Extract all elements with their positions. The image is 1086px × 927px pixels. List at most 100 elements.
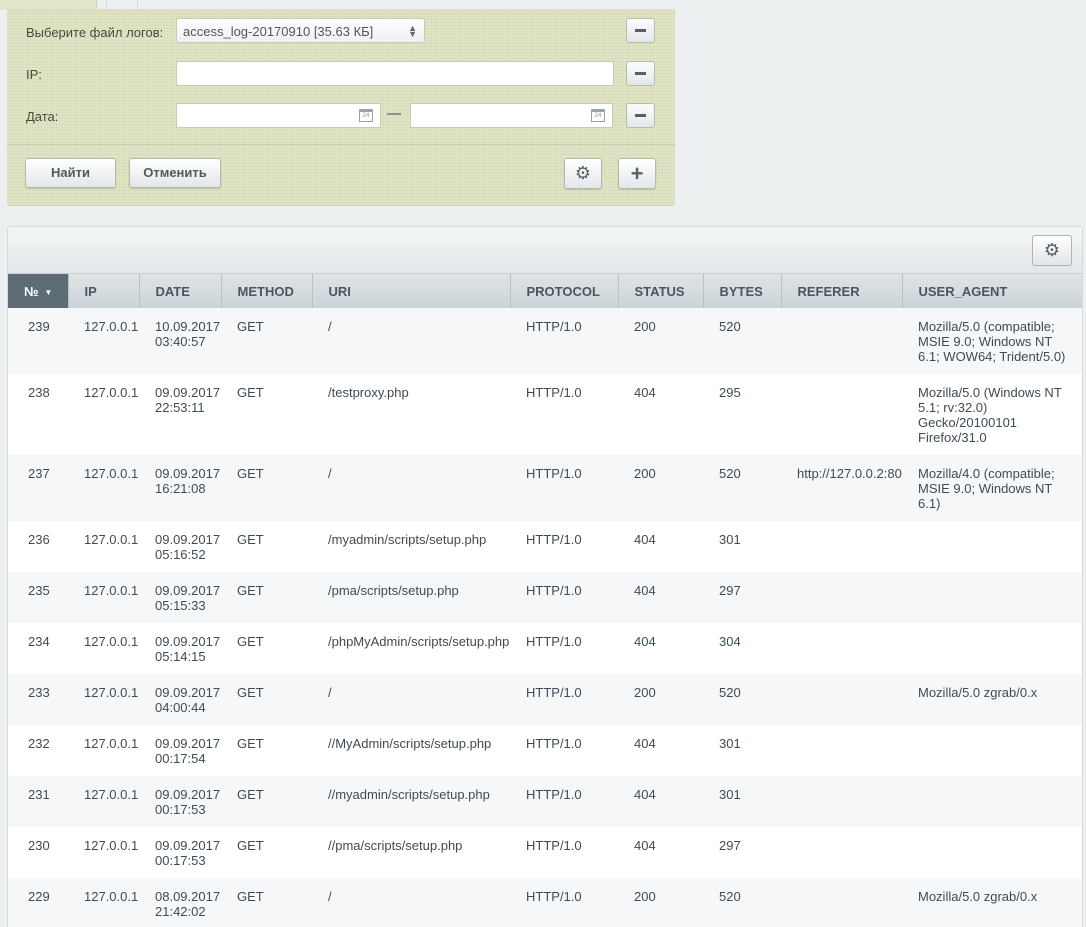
- table-row[interactable]: 238 127.0.0.1 09.09.2017 22:53:11 GET/testpr…: [8, 374, 1082, 455]
- cell-date: 09.09.2017 05:16:52: [139, 521, 221, 572]
- add-filter-button[interactable]: +: [618, 158, 656, 189]
- date-to-input[interactable]: 24: [410, 103, 613, 128]
- cell-protocol: HTTP/1.0: [510, 374, 618, 455]
- log-file-select[interactable]: access_log-20170910 [35.63 КБ] ▲ ▼: [176, 18, 425, 43]
- column-header-bytes[interactable]: BYTES: [703, 274, 782, 308]
- cell-method: GET: [221, 308, 312, 374]
- filter-settings-button[interactable]: ⚙: [564, 158, 602, 189]
- cell-protocol: HTTP/1.0: [510, 572, 618, 623]
- cell-ip: 127.0.0.1: [68, 776, 139, 827]
- calendar-icon[interactable]: 24: [591, 109, 605, 122]
- table-row[interactable]: 237 127.0.0.1 09.09.2017 16:21:08 GET / HTTP/1…: [8, 455, 1082, 521]
- cell-date-day: 09.09.2017: [155, 466, 221, 481]
- cell-date: 10.09.2017 03:40:57: [139, 308, 221, 374]
- cell-date: 09.09.2017 00:17:54: [139, 725, 221, 776]
- grid-settings-button[interactable]: ⚙: [1032, 235, 1072, 266]
- cell-status: 200: [618, 308, 703, 374]
- table-row[interactable]: 229 127.0.0.1 08.09.2017 21:42:02 GET / HTTP/1…: [8, 878, 1082, 927]
- column-header-protocol[interactable]: PROTOCOL: [510, 274, 619, 308]
- cell-date-day: 08.09.2017: [155, 889, 221, 904]
- find-button[interactable]: Найти: [25, 158, 116, 188]
- remove-date-filter-button[interactable]: [626, 103, 655, 128]
- cell-protocol: HTTP/1.0: [510, 308, 618, 374]
- cell-date: 09.09.2017 22:53:11: [139, 374, 221, 455]
- cell-referer: [781, 521, 902, 572]
- table-row[interactable]: 232 127.0.0.1 09.09.2017 00:17:54 GET//MyAdm…: [8, 725, 1082, 776]
- date-range-dash: [387, 113, 401, 115]
- cell-bytes: 301: [703, 725, 781, 776]
- column-header-referer[interactable]: REFERER: [781, 274, 903, 308]
- column-header-uri[interactable]: URI: [312, 274, 511, 308]
- cell-status: 200: [618, 674, 703, 725]
- cell-num: 233: [8, 674, 68, 725]
- cell-bytes: 301: [703, 776, 781, 827]
- cell-num: 231: [8, 776, 68, 827]
- cell-date-day: 09.09.2017: [155, 787, 221, 802]
- calendar-icon[interactable]: 24: [359, 109, 373, 122]
- cancel-button[interactable]: Отменить: [129, 158, 221, 188]
- cell-date: 09.09.2017 05:15:33: [139, 572, 221, 623]
- table-row[interactable]: 239 127.0.0.1 10.09.2017 03:40:57 GET / HTTP/1…: [8, 308, 1082, 374]
- table-row[interactable]: 230 127.0.0.1 09.09.2017 00:17:53 GET//pma/s…: [8, 827, 1082, 878]
- filter-panel: Выберите файл логов: access_log-20170910…: [7, 9, 675, 205]
- cell-bytes: 304: [703, 623, 781, 674]
- cell-referer: [781, 776, 902, 827]
- column-header-status[interactable]: STATUS: [618, 274, 704, 308]
- minus-icon: [635, 114, 646, 117]
- cell-date: 09.09.2017 16:21:08: [139, 455, 221, 521]
- cell-uri: /: [312, 455, 510, 521]
- cell-protocol: HTTP/1.0: [510, 827, 618, 878]
- cell-uri: /myadmin/scripts/setup.php: [312, 521, 510, 572]
- column-header-num[interactable]: № ▼: [8, 274, 69, 308]
- cell-uri: /pma/scripts/setup.php: [312, 572, 510, 623]
- table-row[interactable]: 231 127.0.0.1 09.09.2017 00:17:53 GET//myadm…: [8, 776, 1082, 827]
- cell-user-agent: [902, 827, 1082, 878]
- cell-method: GET: [221, 674, 312, 725]
- cell-user-agent: Mozilla/4.0 (compatible; MSIE 9.0; Windo…: [902, 455, 1082, 521]
- cell-referer: [781, 725, 902, 776]
- table-row[interactable]: 236 127.0.0.1 09.09.2017 05:16:52 GET/myadmi…: [8, 521, 1082, 572]
- column-header-ip[interactable]: IP: [68, 274, 140, 308]
- column-header-user-agent[interactable]: USER_AGENT: [902, 274, 1082, 308]
- table-row[interactable]: 234 127.0.0.1 09.09.2017 05:14:15 GET/phpMyA…: [8, 623, 1082, 674]
- date-from-input[interactable]: 24: [176, 103, 381, 128]
- cell-date-day: 09.09.2017: [155, 583, 221, 598]
- cell-ip: 127.0.0.1: [68, 827, 139, 878]
- cell-num: 237: [8, 455, 68, 521]
- column-header-method[interactable]: METHOD: [221, 274, 313, 308]
- ip-input[interactable]: [176, 61, 614, 86]
- cell-date: 08.09.2017 21:42:02: [139, 878, 221, 927]
- cell-referer: http://127.0.0.2:80: [781, 455, 902, 521]
- cell-ip: 127.0.0.1: [68, 521, 139, 572]
- log-table: № ▼ IP DATE METHOD URI PROTOCOL STATUS BY…: [8, 274, 1082, 927]
- cell-date-time: 00:17:53: [155, 853, 206, 868]
- cell-date-day: 09.09.2017: [155, 736, 221, 751]
- cell-status: 404: [618, 521, 703, 572]
- cell-ip: 127.0.0.1: [68, 572, 139, 623]
- remove-ip-filter-button[interactable]: [626, 61, 655, 86]
- cell-referer: [781, 374, 902, 455]
- cell-status: 404: [618, 827, 703, 878]
- cell-num: 234: [8, 623, 68, 674]
- table-row[interactable]: 235 127.0.0.1 09.09.2017 05:15:33 GET/pma/sc…: [8, 572, 1082, 623]
- minus-icon: [635, 29, 646, 32]
- cell-protocol: HTTP/1.0: [510, 674, 618, 725]
- cell-referer: [781, 572, 902, 623]
- table-row[interactable]: 233 127.0.0.1 09.09.2017 04:00:44 GET / HTTP/1…: [8, 674, 1082, 725]
- cell-method: GET: [221, 572, 312, 623]
- ip-label: IP:: [26, 67, 42, 82]
- cell-user-agent: Mozilla/5.0 zgrab/0.x: [902, 674, 1082, 725]
- cell-num: 235: [8, 572, 68, 623]
- cell-bytes: 520: [703, 878, 781, 927]
- cell-status: 200: [618, 455, 703, 521]
- column-header-date[interactable]: DATE: [139, 274, 222, 308]
- remove-file-filter-button[interactable]: [626, 18, 655, 43]
- cell-date-day: 09.09.2017: [155, 532, 221, 547]
- cell-uri: /testproxy.php: [312, 374, 510, 455]
- cell-num: 232: [8, 725, 68, 776]
- cell-method: GET: [221, 878, 312, 927]
- cell-user-agent: Mozilla/5.0 (compatible; MSIE 9.0; Windo…: [902, 308, 1082, 374]
- cell-protocol: HTTP/1.0: [510, 455, 618, 521]
- cell-protocol: HTTP/1.0: [510, 521, 618, 572]
- cell-referer: [781, 308, 902, 374]
